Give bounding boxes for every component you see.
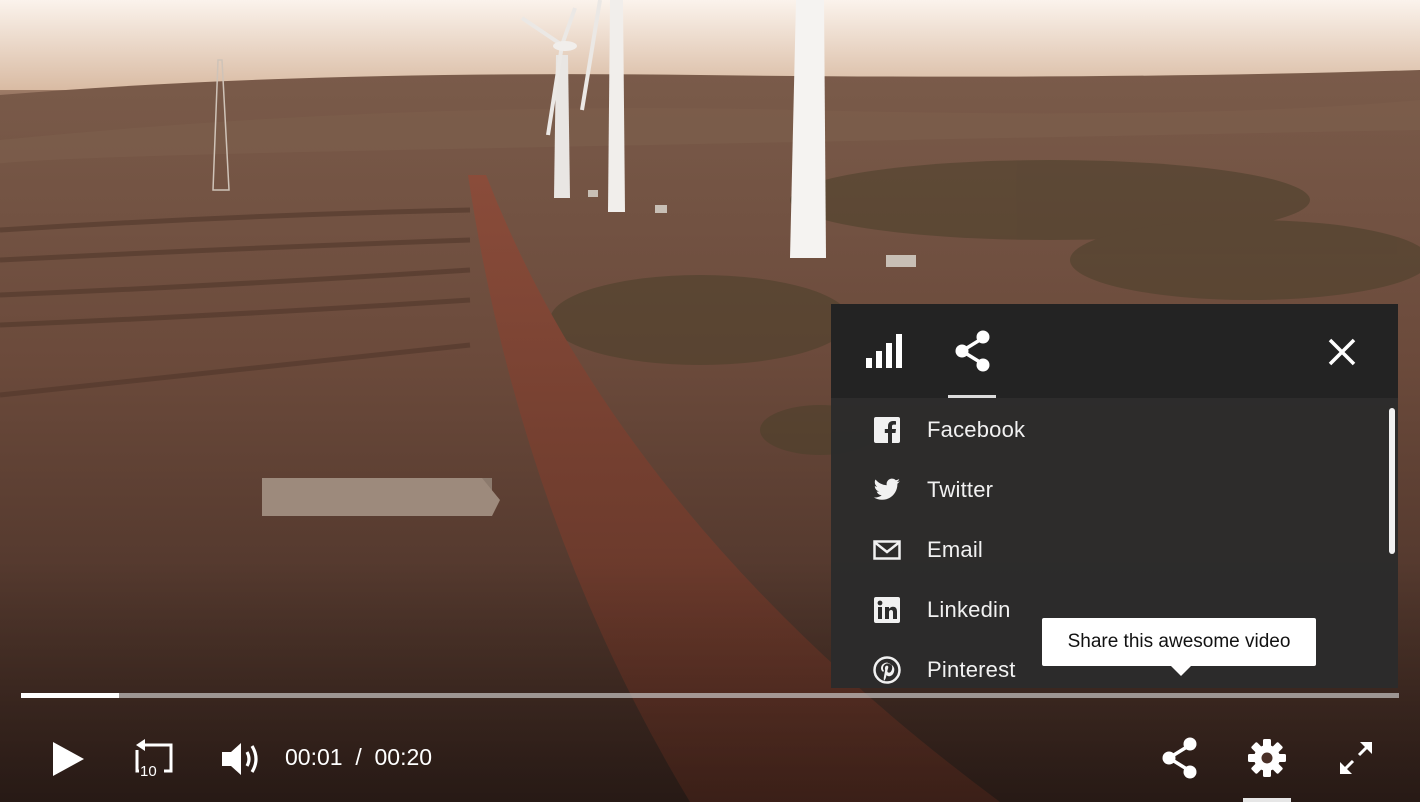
progress-played bbox=[21, 693, 119, 698]
stats-bars-icon bbox=[866, 334, 902, 368]
fullscreen-icon bbox=[1339, 741, 1373, 775]
scrollbar[interactable] bbox=[1389, 408, 1395, 554]
settings-active-indicator bbox=[1243, 798, 1291, 802]
rewind-10-icon: 10 bbox=[135, 739, 173, 779]
tab-share[interactable] bbox=[948, 304, 998, 398]
rewind-seconds-label: 10 bbox=[140, 763, 157, 779]
share-icon bbox=[1162, 737, 1197, 779]
current-time: 00:01 bbox=[285, 744, 343, 770]
time-display: 00:01 / 00:20 bbox=[285, 744, 432, 771]
share-option-label: Linkedin bbox=[927, 597, 1011, 622]
share-tooltip: Share this awesome video bbox=[1042, 618, 1316, 676]
linkedin-icon bbox=[872, 595, 902, 625]
close-button[interactable] bbox=[1327, 337, 1357, 367]
close-icon bbox=[1328, 338, 1356, 366]
email-icon bbox=[872, 535, 902, 565]
time-separator: / bbox=[355, 744, 362, 770]
share-option-label: Email bbox=[927, 537, 984, 562]
duration: 00:20 bbox=[374, 744, 433, 770]
tab-stats[interactable] bbox=[860, 304, 910, 398]
control-bar: 10 00:01 / 00:20 bbox=[0, 720, 1420, 802]
share-option-twitter[interactable]: Twitter bbox=[831, 460, 1371, 520]
share-icon bbox=[955, 330, 990, 372]
twitter-icon bbox=[872, 475, 902, 505]
share-option-label: Facebook bbox=[927, 417, 1026, 442]
share-option-label: Pinterest bbox=[927, 657, 1016, 682]
pinterest-icon bbox=[872, 655, 902, 685]
share-button[interactable] bbox=[1158, 736, 1202, 780]
play-button[interactable] bbox=[46, 738, 90, 780]
fullscreen-button[interactable] bbox=[1334, 736, 1378, 780]
rewind-10-button[interactable]: 10 bbox=[128, 736, 178, 782]
volume-button[interactable] bbox=[218, 736, 264, 782]
facebook-icon bbox=[872, 415, 902, 445]
panel-header bbox=[831, 304, 1398, 398]
share-option-label: Twitter bbox=[927, 477, 994, 502]
share-option-email[interactable]: Email bbox=[831, 520, 1371, 580]
gear-icon bbox=[1248, 739, 1286, 777]
play-icon bbox=[53, 742, 84, 776]
settings-button[interactable] bbox=[1245, 736, 1289, 780]
share-option-facebook[interactable]: Facebook bbox=[831, 400, 1371, 460]
progress-bar[interactable] bbox=[21, 693, 1399, 698]
volume-icon bbox=[222, 743, 258, 775]
